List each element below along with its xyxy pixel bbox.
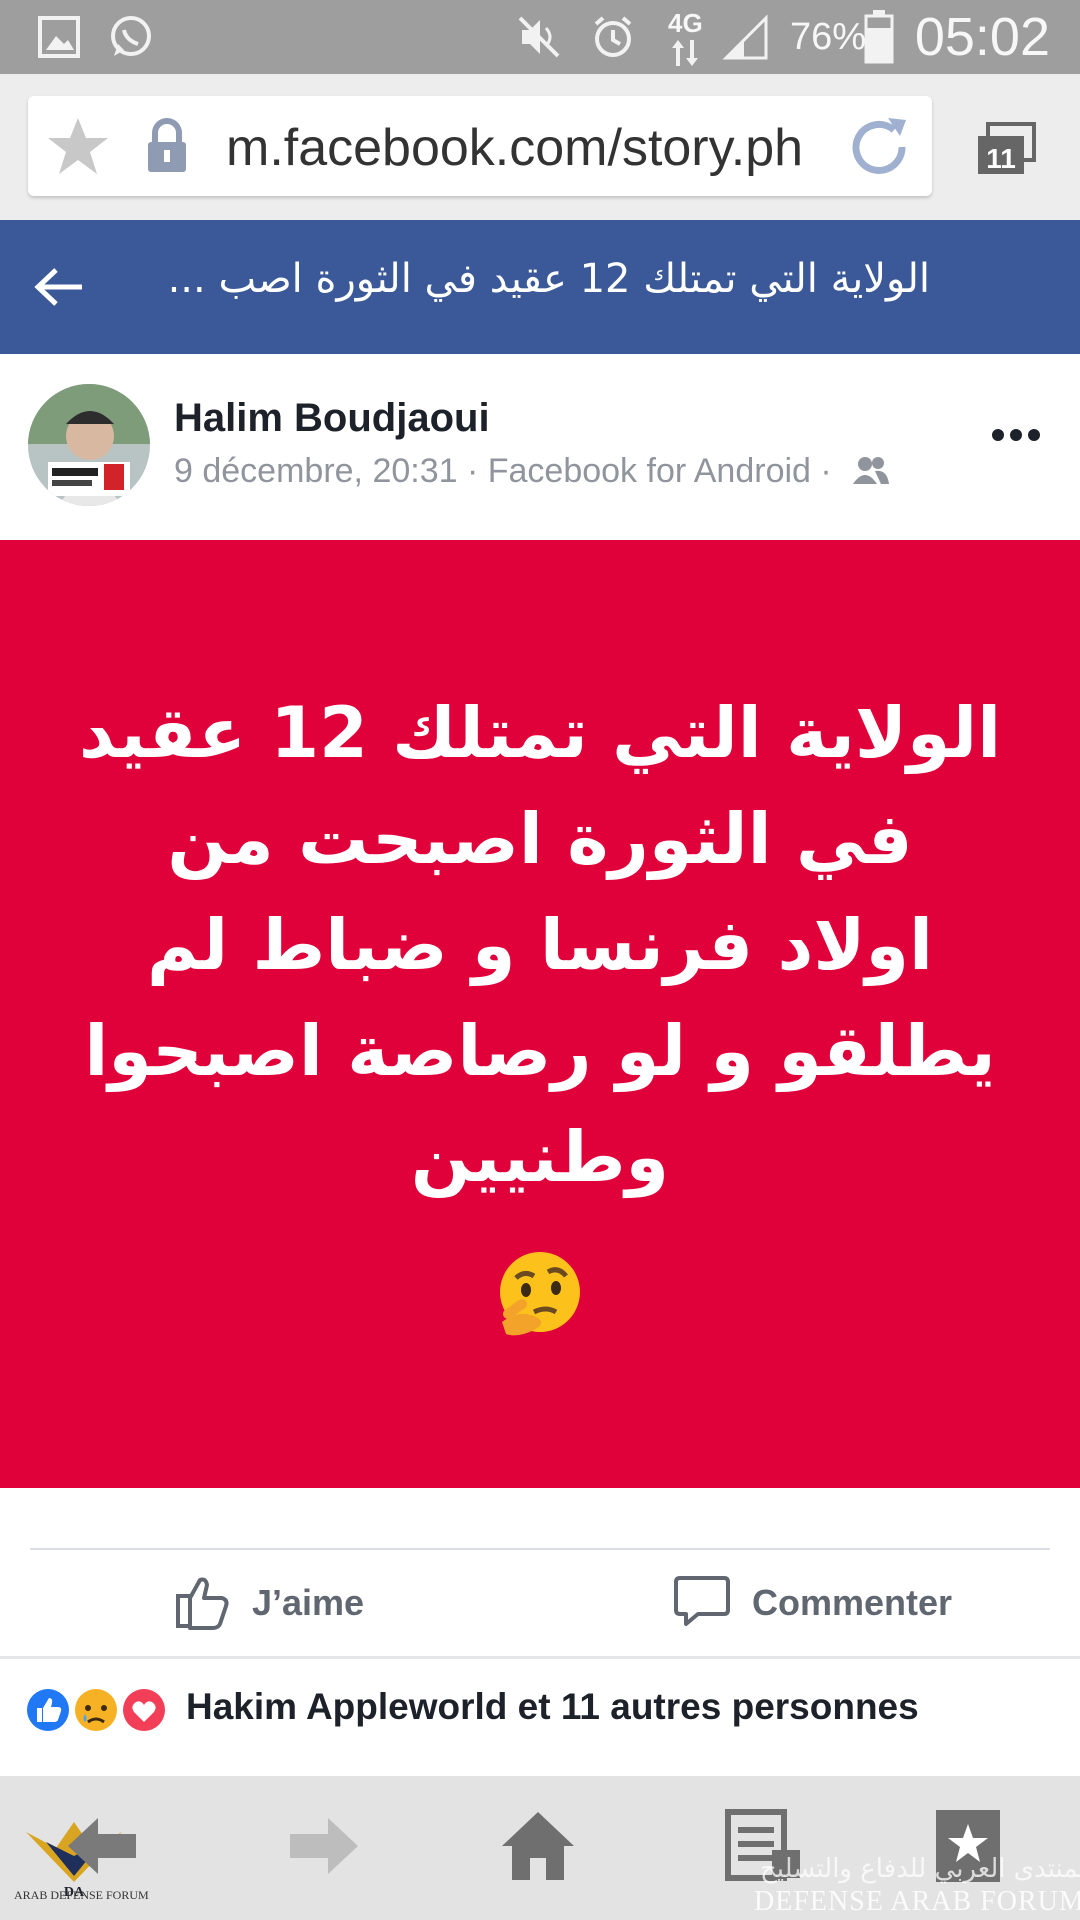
watermark-english: DEFENSE ARAB FORUM [754,1886,1080,1917]
browser-bottom-nav: DA ARAB DEFENSE FORUM المنتدى العربي للد… [0,1776,1080,1920]
url-text[interactable]: m.facebook.com/story.ph [226,118,856,178]
comment-icon [674,1576,730,1626]
bookmark-star-icon[interactable] [46,116,110,176]
home-icon[interactable] [498,1806,578,1886]
gallery-icon [38,16,80,58]
back-arrow-icon[interactable] [34,266,84,308]
like-label: J’aime [252,1582,365,1623]
battery-icon [864,10,894,64]
alarm-icon [594,16,632,57]
facebook-header: الولاية التي تمتلك 12 عقيد في الثورة اصب… [0,220,1080,354]
like-reaction-icon [24,1686,72,1734]
sad-reaction-icon [72,1686,120,1734]
tab-count-label: 11 [986,143,1016,174]
tabs-icon[interactable]: 11 [974,122,1038,178]
reactions-summary[interactable]: Hakim Appleworld et 11 autres personnes [186,1686,919,1728]
profile-photo [28,384,150,506]
post-text: الولاية التي تمتلك 12 عقيد في الثورة اصب… [60,680,1020,1210]
like-button[interactable]: J’aime [170,1568,430,1638]
more-options-icon[interactable] [990,420,1042,450]
reload-icon[interactable] [844,112,914,182]
divider [30,1548,1050,1550]
mute-icon [518,16,560,58]
address-bar[interactable]: m.facebook.com/story.ph [28,96,932,196]
reaction-icons[interactable] [22,1684,172,1736]
comment-button[interactable]: Commenter [672,1568,992,1638]
page-title: الولاية التي تمتلك 12 عقيد في الثورة اصب… [167,256,930,302]
forward-arrow-icon[interactable] [284,1806,364,1886]
signal-icon [722,14,768,60]
avatar[interactable] [28,384,150,506]
post-text-line: في الثورة اصبحت من [167,798,913,880]
network-type-label: 4G [668,8,703,38]
whatsapp-icon [111,16,151,56]
data-arrows-icon [672,40,698,66]
friends-audience-icon [853,457,890,484]
thinking-face-emoji [500,1252,580,1336]
post-text-line: وطنيين [410,1116,670,1198]
logo-text: ARAB DEFENSE FORUM [14,1888,149,1902]
post-meta-text: 9 décembre, 20:31 · Facebook for Android… [174,452,832,490]
divider [0,1656,1080,1659]
watermark-arabic: المنتدى العربي للدفاع والتسليح [760,1854,1080,1884]
clock: 05:02 [914,7,1050,67]
browser-toolbar: m.facebook.com/story.ph 11 [0,74,1080,220]
status-bar: 4G 76% 05:02 [0,0,1080,74]
love-reaction-icon [120,1686,168,1734]
back-arrow-icon[interactable] [62,1806,142,1886]
battery-percent: 76% [790,16,867,58]
post-author[interactable]: Halim Boudjaoui [174,396,490,441]
lock-icon [148,118,186,172]
post-text-line: الولاية التي تمتلك 12 عقيد [78,692,1002,774]
comment-label: Commenter [752,1582,953,1623]
post-meta: 9 décembre, 20:31 · Facebook for Android… [174,452,891,491]
post-text-line: اولاد فرنسا و ضباط لم [146,904,934,986]
post-content: الولاية التي تمتلك 12 عقيد في الثورة اصب… [0,540,1080,1488]
post-text-line: يطلقو و لو رصاصة اصبحوا [84,1010,996,1092]
thumbs-up-icon [176,1577,229,1630]
